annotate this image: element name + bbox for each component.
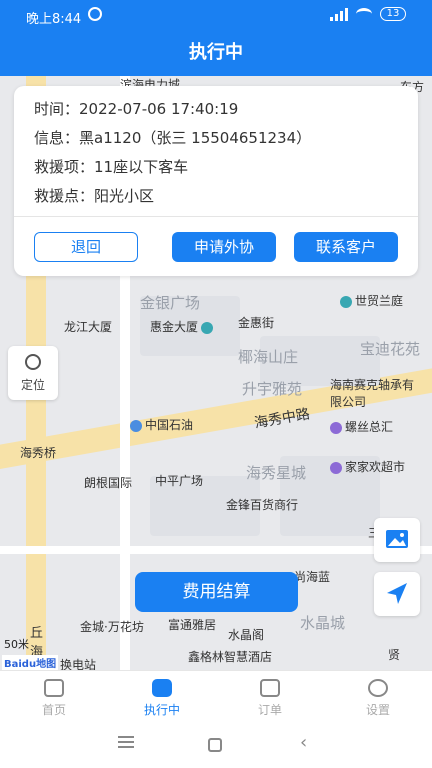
time-label: 时间： (34, 100, 80, 118)
map-label: 宝迪花苑 (360, 340, 421, 358)
time-value: 2022-07-06 17:40:19 (79, 100, 239, 118)
clock-icon (152, 679, 172, 697)
map-label: 中平广场 (155, 474, 204, 488)
info-row: 信息：黑a1120（张三 15504651234） (34, 127, 311, 148)
item-row: 救援项：11座以下客车 (34, 156, 188, 177)
map-label: 椰海山庄 (238, 348, 299, 366)
navigate-button[interactable] (374, 572, 420, 616)
page-title: 执行中 (189, 42, 243, 63)
tab-label: 订单 (257, 703, 282, 717)
map-label: 螺丝总汇 (330, 418, 393, 435)
map-label: 中国石油 (130, 416, 193, 433)
map-label: 海南赛克轴承有限公司 (330, 378, 415, 409)
map-label: 海秀桥 (20, 446, 57, 460)
map-label: 升宇雅苑 (242, 380, 303, 398)
back-button[interactable]: 退回 (34, 232, 138, 262)
home-icon (44, 679, 64, 697)
map-label: 金城·万花坊 (80, 620, 144, 634)
signal-icon (330, 7, 348, 21)
card-divider (14, 216, 418, 217)
system-nav-bar: ‹ (0, 722, 432, 768)
info-value: 黑a1120（张三 15504651234） (79, 129, 312, 147)
order-info-card: 时间：2022-07-06 17:40:19 信息：黑a1120（张三 1550… (14, 86, 418, 276)
item-label: 救援项： (34, 158, 95, 176)
tab-orders[interactable]: 订单 (216, 671, 324, 723)
status-time: 晚上8:44 (26, 12, 82, 27)
location-pin-icon (25, 354, 41, 370)
map-label: 鑫格林智慧酒店 (188, 650, 273, 664)
map-label: 金锋百货商行 (226, 498, 299, 512)
map-label: 惠金大厦 (150, 318, 216, 335)
map-label: 水晶城 (300, 614, 346, 632)
status-right: 13 (330, 7, 406, 21)
bottom-tab-bar: 首页 执行中 订单 设置 (0, 670, 432, 722)
tab-label: 设置 (365, 703, 390, 717)
map-scale: 50米 (4, 638, 29, 651)
back-icon[interactable]: ‹ (300, 732, 307, 753)
map-label: 世贸兰庭 (340, 292, 403, 309)
place-label: 救援点： (34, 187, 95, 205)
tab-label: 执行中 (143, 703, 180, 717)
map-label: 海秀星城 (246, 464, 307, 482)
map-label: 龙江大厦 (64, 320, 113, 334)
tab-settings[interactable]: 设置 (324, 671, 432, 723)
tab-label: 首页 (41, 703, 66, 717)
wifi-icon (356, 8, 372, 20)
menu-icon[interactable] (118, 736, 134, 748)
locate-label: 定位 (20, 378, 45, 392)
locate-button[interactable]: 定位 (8, 346, 58, 400)
apply-assist-button[interactable]: 申请外协 (172, 232, 276, 262)
info-label: 信息： (34, 129, 80, 147)
map-logo: Baidu地图 (2, 655, 59, 670)
map-label: 金银广场 (140, 294, 201, 312)
tab-home[interactable]: 首页 (0, 671, 108, 723)
gear-icon (368, 679, 388, 697)
time-row: 时间：2022-07-06 17:40:19 (34, 98, 238, 119)
fee-settlement-button[interactable]: 费用结算 (135, 572, 298, 612)
map-label: 换电站 (60, 658, 97, 670)
alarm-icon (88, 7, 102, 21)
place-value: 阳光小区 (94, 187, 155, 205)
image-icon (386, 530, 408, 548)
place-row: 救援点：阳光小区 (34, 185, 154, 206)
map-label: 金惠街 (238, 316, 275, 330)
navigation-arrow-icon (387, 583, 407, 604)
image-button[interactable] (374, 518, 420, 562)
map-label: 尚海蓝 (294, 570, 331, 584)
map-label: 贤 (388, 648, 401, 662)
map-road-street (0, 546, 432, 554)
top-bar: 晚上8:44 13 执行中 (0, 0, 432, 76)
map-label: 家家欢超市 (330, 458, 405, 475)
status-bar: 晚上8:44 13 (0, 0, 432, 34)
map-label: 朗根国际 (84, 476, 133, 490)
tab-in-progress[interactable]: 执行中 (108, 671, 216, 723)
item-value: 11座以下客车 (94, 158, 189, 176)
battery-icon: 13 (380, 7, 406, 21)
home-square-icon[interactable] (208, 738, 222, 752)
map-label: 水晶阁 (228, 628, 265, 642)
contact-customer-button[interactable]: 联系客户 (294, 232, 398, 262)
map-label: 富通雅居 (168, 618, 217, 632)
order-icon (260, 679, 280, 697)
